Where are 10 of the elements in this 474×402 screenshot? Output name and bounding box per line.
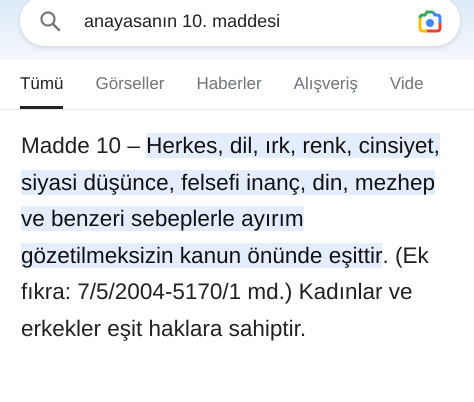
tab[interactable]: Vide: [390, 64, 424, 109]
search-field[interactable]: anayasanın 10. maddesi: [20, 0, 460, 46]
search-query: anayasanın 10. maddesi: [84, 10, 282, 32]
tab[interactable]: Alışveriş: [294, 64, 358, 109]
tab[interactable]: Tümü: [20, 64, 64, 109]
tab[interactable]: Haberler: [196, 64, 262, 109]
camera-icon[interactable]: [416, 8, 444, 34]
answer-snippet: Madde 10 – Herkes, dil, ırk, renk, cinsiyet, siyasi düşünce, felsefi inanç, din, mezhep ve benzeri sebeplerle ayırım gözetilmeksizin kanun önünde eşittir. (Ek fıkra: 7/5/2004-5170/1 md.) Kadınlar ve erkekler eşit haklara sahiptir.: [21, 132, 441, 343]
search-icon[interactable]: [38, 9, 62, 33]
tab[interactable]: Görseller: [95, 64, 164, 109]
